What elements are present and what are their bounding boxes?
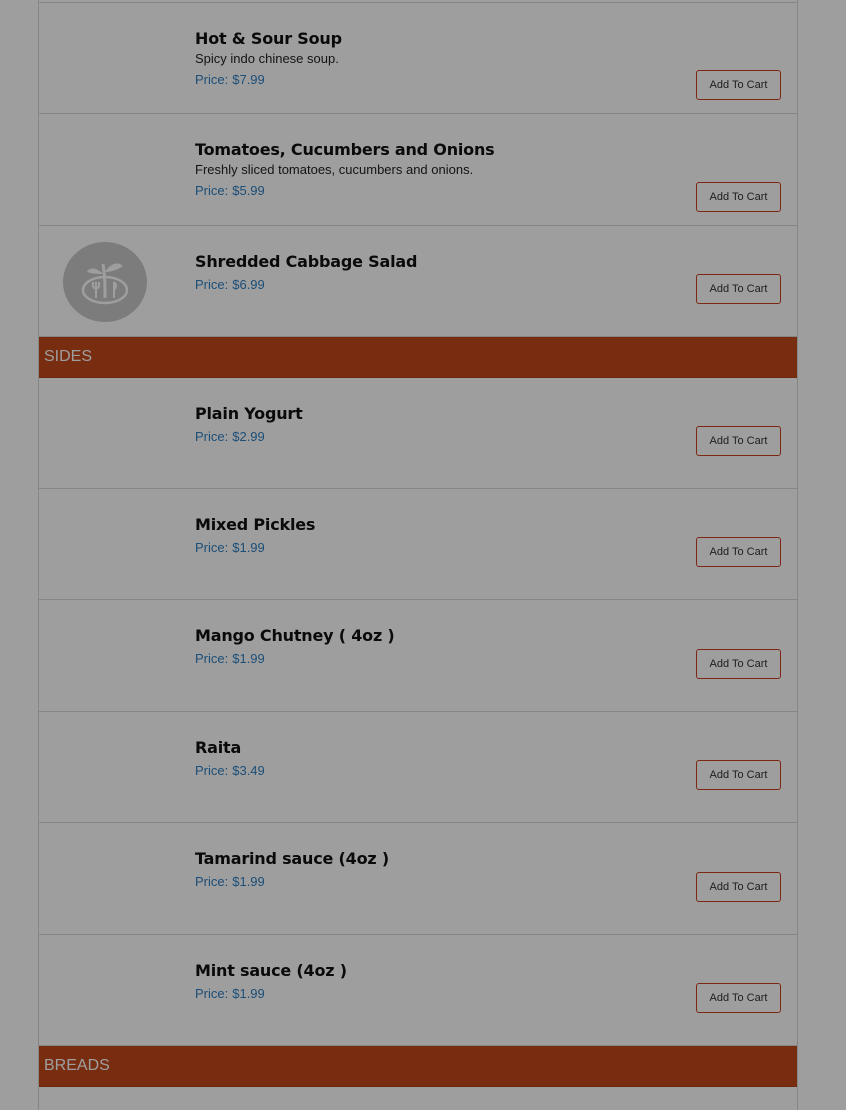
add-to-cart-button[interactable]: Add To Cart [696, 274, 781, 304]
item-name: Plain Yogurt [195, 404, 303, 423]
item-name: Tamarind sauce (4oz ) [195, 849, 389, 868]
add-to-cart-button[interactable]: Add To Cart [696, 537, 781, 567]
price-value: $1.99 [232, 540, 265, 555]
price-value: $1.99 [232, 874, 265, 889]
item-name: Tomatoes, Cucumbers and Onions [195, 140, 495, 159]
item-image-placeholder [63, 505, 147, 585]
price-label: Price: [195, 72, 229, 87]
item-price: Price: $3.49 [195, 762, 657, 780]
price-value: $2.99 [232, 429, 265, 444]
price-label: Price: [195, 986, 229, 1001]
item-image [63, 242, 147, 322]
item-price: Price: $6.99 [195, 276, 657, 294]
restaurant-logo-icon [63, 242, 147, 322]
price-value: $1.99 [232, 651, 265, 666]
add-to-cart-button[interactable]: Add To Cart [696, 872, 781, 902]
item-name: Mixed Pickles [195, 515, 316, 534]
item-price: Price: $1.99 [195, 873, 657, 891]
add-to-cart-button[interactable]: Add To Cart [696, 983, 781, 1013]
item-image-placeholder [63, 728, 147, 808]
section-title: SIDES [44, 348, 93, 365]
section-title: BREADS [44, 1057, 110, 1074]
add-to-cart-button[interactable]: Add To Cart [696, 649, 781, 679]
menu-item: Plain Yogurt Price: $2.99 Add To Cart [39, 378, 797, 489]
menu-item: Tomatoes, Cucumbers and Onions Freshly s… [39, 114, 797, 226]
price-label: Price: [195, 183, 229, 198]
menu-item: Hot & Sour Soup Spicy indo chinese soup.… [39, 3, 797, 114]
price-label: Price: [195, 874, 229, 889]
menu-item: Shredded Cabbage Salad Price: $6.99 Add … [39, 226, 797, 337]
item-price: Price: $7.99 [195, 71, 657, 89]
price-value: $7.99 [232, 72, 265, 87]
item-name: Hot & Sour Soup [195, 29, 342, 48]
item-description: Freshly sliced tomatoes, cucumbers and o… [195, 162, 474, 177]
section-header-breads: BREADS [39, 1046, 797, 1087]
item-image-placeholder [63, 616, 147, 696]
add-to-cart-button[interactable]: Add To Cart [696, 426, 781, 456]
menu-item: Mango Chutney ( 4oz ) Price: $1.99 Add T… [39, 600, 797, 712]
price-value: $1.99 [232, 986, 265, 1001]
menu-item: Mint sauce (4oz ) Price: $1.99 Add To Ca… [39, 935, 797, 1046]
item-price: Price: $2.99 [195, 428, 657, 446]
item-price: Price: $1.99 [195, 539, 657, 557]
add-to-cart-button[interactable]: Add To Cart [696, 70, 781, 100]
price-value: $5.99 [232, 183, 265, 198]
section-header-sides: SIDES [39, 337, 797, 378]
add-to-cart-button[interactable]: Add To Cart [696, 182, 781, 212]
item-price: Price: $1.99 [195, 985, 657, 1003]
price-label: Price: [195, 763, 229, 778]
menu-item [39, 1087, 797, 1110]
menu-list: Hot & Sour Soup Spicy indo chinese soup.… [38, 0, 798, 1110]
item-image-placeholder [63, 394, 147, 474]
menu-item: Tamarind sauce (4oz ) Price: $1.99 Add T… [39, 823, 797, 935]
price-label: Price: [195, 651, 229, 666]
item-image-placeholder [63, 951, 147, 1031]
item-image-placeholder [63, 839, 147, 919]
item-price: Price: $5.99 [195, 182, 657, 200]
item-description: Spicy indo chinese soup. [195, 51, 339, 66]
price-label: Price: [195, 277, 229, 292]
menu-item: Raita Price: $3.49 Add To Cart [39, 712, 797, 823]
item-name: Raita [195, 738, 242, 757]
add-to-cart-button[interactable]: Add To Cart [696, 760, 781, 790]
item-image-placeholder [63, 130, 147, 210]
price-value: $3.49 [232, 763, 265, 778]
item-image-placeholder [63, 19, 147, 99]
menu-item: Mixed Pickles Price: $1.99 Add To Cart [39, 489, 797, 600]
price-label: Price: [195, 429, 229, 444]
plant-fork-icon [81, 263, 129, 305]
price-value: $6.99 [232, 277, 265, 292]
item-name: Shredded Cabbage Salad [195, 252, 418, 271]
item-name: Mango Chutney ( 4oz ) [195, 626, 395, 645]
price-label: Price: [195, 540, 229, 555]
item-name: Mint sauce (4oz ) [195, 961, 347, 980]
item-price: Price: $1.99 [195, 650, 657, 668]
